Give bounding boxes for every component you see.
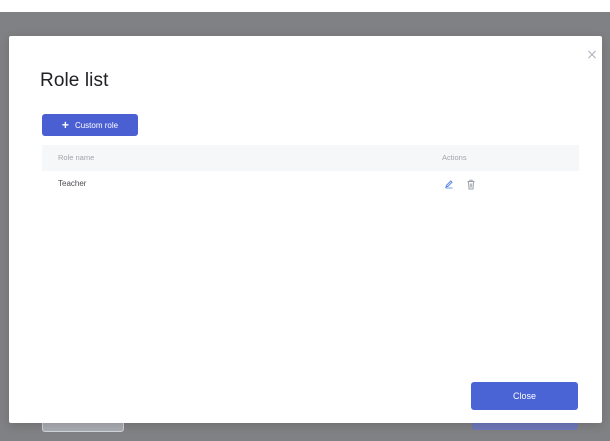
role-list-dialog: × Role list + Custom role Role name Acti… — [9, 36, 602, 423]
custom-role-button[interactable]: + Custom role — [42, 114, 138, 136]
close-icon[interactable]: × — [585, 48, 599, 62]
delete-icon[interactable] — [465, 178, 477, 190]
custom-role-label: Custom role — [74, 120, 119, 130]
background-page-strip — [0, 0, 610, 12]
column-header-actions: Actions — [442, 153, 467, 162]
table-header: Role name Actions — [42, 145, 579, 171]
close-button[interactable]: Close — [471, 382, 578, 410]
role-table: Role name Actions Teacher — [42, 145, 579, 197]
edit-icon[interactable] — [443, 178, 455, 190]
dialog-title: Role list — [40, 70, 109, 91]
table-row: Teacher — [42, 171, 579, 197]
app-screen: × Role list + Custom role Role name Acti… — [0, 0, 610, 441]
row-actions — [443, 178, 477, 190]
plus-icon: + — [61, 118, 69, 132]
column-header-role-name: Role name — [58, 153, 95, 162]
role-name-cell: Teacher — [58, 179, 87, 188]
